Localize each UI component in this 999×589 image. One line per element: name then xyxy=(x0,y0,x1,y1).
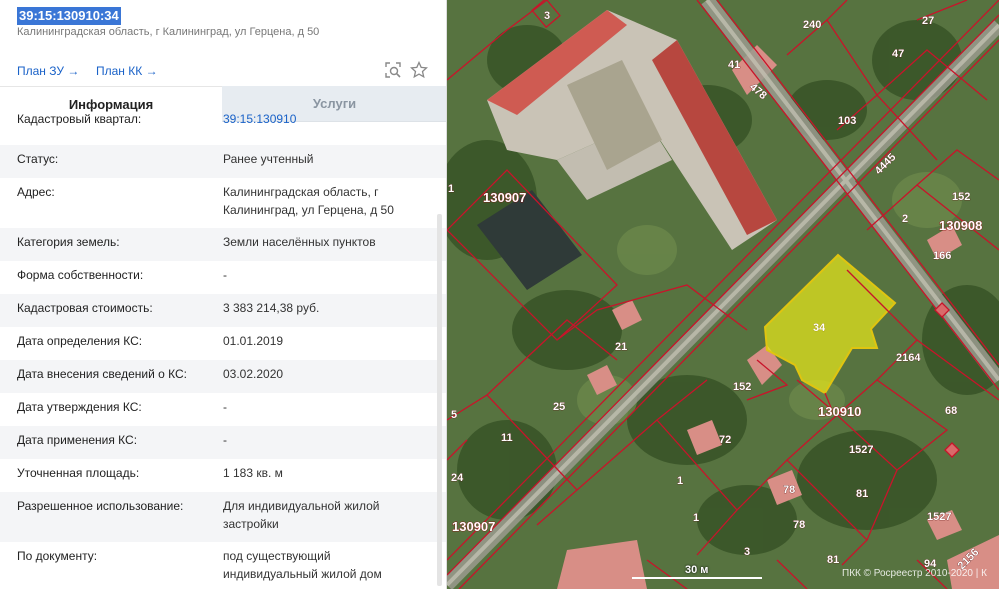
plan-kk-link[interactable]: План КК → xyxy=(96,64,158,78)
attribute-value: Для индивидуальной жилой застройки xyxy=(223,499,380,531)
attribute-label: Кадастровый квартал: xyxy=(17,112,142,126)
parcel-number: 21 xyxy=(615,341,627,353)
attribute-row: Адрес: Калининградская область, г Калинин… xyxy=(0,178,446,228)
attribute-label: Адрес: xyxy=(17,185,55,199)
attribute-value: - xyxy=(223,433,227,447)
attribute-label: Дата применения КС: xyxy=(17,433,138,447)
parcel-number: 103 xyxy=(838,115,856,127)
attribute-value: - xyxy=(223,268,227,282)
attribute-row: Форма собственности: - xyxy=(0,261,446,294)
attribute-label: Дата определения КС: xyxy=(17,334,143,348)
parcel-number: 1 xyxy=(677,475,683,487)
parcel-number: 2164 xyxy=(896,352,921,364)
attribute-value: под существующий индивидуальный жилой до… xyxy=(223,549,382,581)
parcel-number: 152 xyxy=(952,191,970,203)
attribute-label: Статус: xyxy=(17,152,59,166)
attribute-label: Форма собственности: xyxy=(17,268,144,282)
quarter-label: 130907 xyxy=(483,190,526,205)
zoom-search-icon[interactable] xyxy=(384,61,402,79)
scale-label: 30 м xyxy=(685,564,709,576)
parcel-number: 47 xyxy=(892,48,904,60)
object-address: Калининградская область, г Калининград, … xyxy=(17,26,320,38)
attribute-label: Категория земель: xyxy=(17,235,120,249)
parcel-number: 1527 xyxy=(849,444,873,456)
parcel-number: 24 xyxy=(451,472,464,484)
attribute-value: 03.02.2020 xyxy=(223,367,284,381)
quarter-link[interactable]: 39:15:130910 xyxy=(223,112,423,128)
star-icon[interactable] xyxy=(409,60,429,79)
parcel-number: 81 xyxy=(827,554,839,566)
plan-zu-link[interactable]: План ЗУ → xyxy=(17,64,79,78)
attribute-value: 1 183 кв. м xyxy=(223,466,283,480)
map-view[interactable]: 130907 130908 130910 130907 3 240 27 41 … xyxy=(447,0,999,589)
attribute-value: 3 383 214,38 руб. xyxy=(223,301,320,315)
attribute-row: Дата применения КС: - xyxy=(0,426,446,459)
attribute-row: Дата внесения сведений о КС: 03.02.2020 xyxy=(0,360,446,393)
attribute-value: Земли населённых пунктов xyxy=(223,235,376,249)
attribute-row: Статус: Ранее учтенный xyxy=(0,145,446,178)
parcel-number: 25 xyxy=(553,401,565,413)
quarter-label: 130907 xyxy=(452,519,495,534)
parcel-number: 1527 xyxy=(927,511,951,523)
satellite-map[interactable]: 130907 130908 130910 130907 3 240 27 41 … xyxy=(447,0,999,589)
attribute-label: Дата внесения сведений о КС: xyxy=(17,367,187,381)
attribute-label: Уточненная площадь: xyxy=(17,466,140,480)
attribute-value: 01.01.2019 xyxy=(223,334,284,348)
attribute-label: По документу: xyxy=(17,549,98,563)
parcel-number: 5 xyxy=(451,409,457,421)
attribute-row: Кадастровая стоимость: 3 383 214,38 руб. xyxy=(0,294,446,327)
cadastral-number[interactable]: 39:15:130910:34 xyxy=(17,7,121,25)
parcel-number: 1 xyxy=(448,183,454,195)
attribute-row: По документу: под существующий индивидуал… xyxy=(0,542,446,589)
attribute-row: Кадастровый квартал: 39:15:130910 xyxy=(0,112,446,138)
parcel-number: 3 xyxy=(544,10,550,22)
attribute-value: Ранее учтенный xyxy=(223,152,314,166)
scale-bar xyxy=(632,577,762,579)
parcel-number: 240 xyxy=(803,19,821,31)
parcel-number: 166 xyxy=(933,250,951,262)
info-panel: 39:15:130910:34 Калининградская область,… xyxy=(0,0,447,589)
attribute-label: Дата утверждения КС: xyxy=(17,400,142,414)
attribute-row: Разрешенное использование: Для индивидуал… xyxy=(0,492,446,542)
parcel-number: 41 xyxy=(728,59,740,71)
parcel-number: 2 xyxy=(902,213,908,225)
attribute-label: Разрешенное использование: xyxy=(17,499,184,513)
attribute-list: Кадастровый квартал: 39:15:130910 Статус: Р… xyxy=(0,112,446,589)
parcel-number: 78 xyxy=(793,519,805,531)
parcel-number: 78 xyxy=(783,484,795,496)
attribute-value: - xyxy=(223,400,227,414)
scrollbar[interactable] xyxy=(437,214,442,586)
quarter-label: 130908 xyxy=(939,218,982,233)
parcel-number: 68 xyxy=(945,405,957,417)
parcel-number: 72 xyxy=(719,434,731,446)
parcel-number: 81 xyxy=(856,488,868,500)
quarter-label: 130910 xyxy=(818,404,861,419)
selected-parcel-number: 34 xyxy=(813,322,826,334)
attribute-row: Категория земель: Земли населённых пункто… xyxy=(0,228,446,261)
attribute-row: Дата утверждения КС: - xyxy=(0,393,446,426)
attribute-row: Уточненная площадь: 1 183 кв. м xyxy=(0,459,446,492)
parcel-number: 3 xyxy=(744,546,750,558)
parcel-number: 1 xyxy=(693,512,699,524)
parcel-number: 152 xyxy=(733,381,751,393)
attribute-value: Калининградская область, г Калининград, … xyxy=(223,185,394,217)
parcel-number: 11 xyxy=(501,432,513,444)
copyright-text: ПКК © Росреестр 2010-2020 | К xyxy=(842,568,987,579)
attribute-label: Кадастровая стоимость: xyxy=(17,301,153,315)
attribute-row: Дата определения КС: 01.01.2019 xyxy=(0,327,446,360)
parcel-number: 27 xyxy=(922,15,934,27)
